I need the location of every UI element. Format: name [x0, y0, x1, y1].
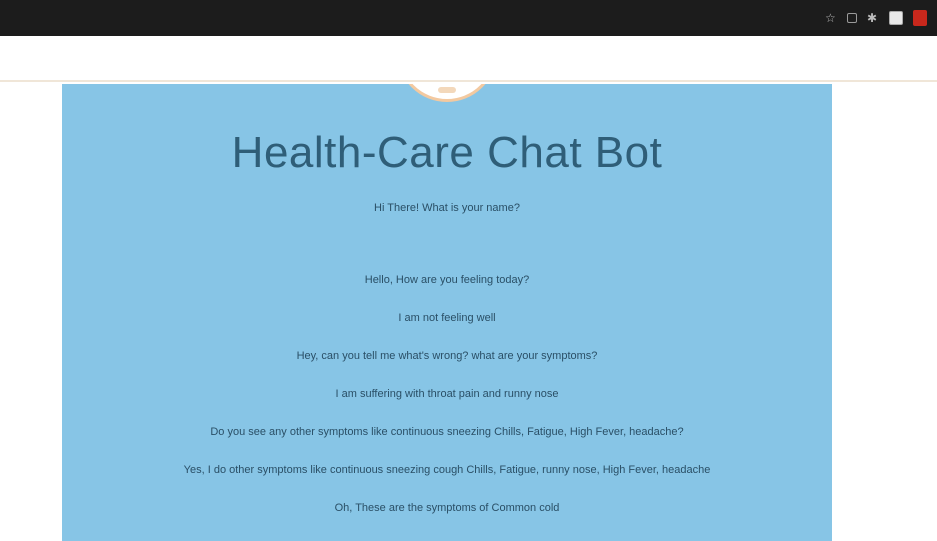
- logo: [397, 84, 497, 102]
- chat-message: Hey, can you tell me what's wrong? what …: [296, 350, 598, 362]
- page-title: Health-Care Chat Bot: [231, 128, 663, 177]
- browser-actions: ☆ ✱: [825, 10, 927, 26]
- profile-icon[interactable]: [889, 11, 903, 25]
- browser-toolbar: ☆ ✱: [0, 0, 937, 36]
- logo-mark-icon: [438, 87, 456, 93]
- chat-message: Do you see any other symptoms like conti…: [210, 426, 684, 438]
- star-icon[interactable]: ☆: [825, 12, 837, 24]
- puzzle-icon[interactable]: ✱: [867, 12, 879, 24]
- extension-icon[interactable]: [847, 13, 857, 23]
- chat-message: Yes, I do other symptoms like continuous…: [183, 464, 711, 476]
- chat-message: I am suffering with throat pain and runn…: [335, 388, 559, 400]
- chat-panel: Health-Care Chat Bot Hi There! What is y…: [62, 84, 832, 541]
- app-header: [0, 36, 937, 82]
- chat-message: I am not feeling well: [398, 312, 496, 324]
- menu-icon[interactable]: [913, 10, 927, 26]
- chat-message: Oh, These are the symptoms of Common col…: [334, 502, 560, 514]
- chat-message: Hello, How are you feeling today?: [364, 274, 530, 286]
- chat-message: Hi There! What is your name?: [374, 202, 520, 214]
